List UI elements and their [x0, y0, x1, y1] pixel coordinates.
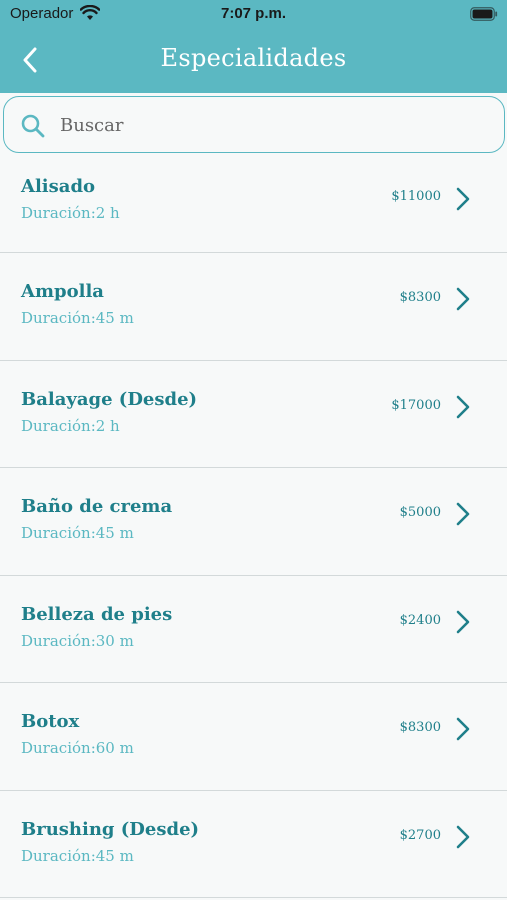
search-icon [21, 114, 45, 138]
service-duration: Duración:60 m [21, 739, 134, 757]
service-duration: Duración:30 m [21, 631, 134, 650]
service-price: $17000 [391, 397, 441, 413]
services-list: Alisado Duración:2 h $11000 Ampolla Dura… [0, 160, 507, 898]
service-name: Ampolla [21, 281, 104, 302]
status-bar: Operador 7:07 p.m. [0, 0, 507, 28]
service-price: $11000 [391, 189, 441, 204]
chevron-right-icon [456, 825, 470, 848]
list-item[interactable]: Brushing (Desde) Duración:45 m $2700 [0, 791, 507, 898]
service-name: Belleza de pies [21, 603, 173, 625]
search-bar[interactable] [3, 96, 505, 153]
service-duration: Duración:2 h [21, 416, 120, 435]
chevron-right-icon [456, 717, 470, 741]
service-price: $2400 [399, 612, 441, 628]
status-time: 7:07 p.m. [220, 5, 287, 22]
search-input[interactable] [60, 111, 480, 139]
chevron-right-icon [456, 610, 470, 633]
list-item[interactable]: Botox Duración:60 m $8300 [0, 683, 507, 791]
list-item[interactable]: Ampolla Duración:45 m $8300 [0, 253, 507, 361]
service-name: Brushing (Desde) [21, 818, 200, 840]
chevron-right-icon [456, 187, 470, 211]
service-name: Botox [21, 711, 80, 732]
chevron-right-icon [456, 502, 470, 526]
service-price: $8300 [399, 720, 441, 735]
list-item[interactable]: Baño de crema Duración:45 m $5000 [0, 468, 507, 576]
list-item[interactable]: Balayage (Desde) Duración:2 h $17000 [0, 361, 507, 468]
battery-icon [470, 7, 498, 21]
service-duration: Duración:45 m [21, 309, 134, 327]
chevron-right-icon [456, 395, 470, 418]
chevron-right-icon [456, 287, 470, 311]
header-bar: Operador 7:07 p.m. Especialidades [0, 0, 507, 93]
service-name: Baño de crema [21, 496, 173, 517]
service-price: $8300 [399, 290, 441, 305]
service-duration: Duración:2 h [21, 204, 120, 222]
service-price: $2700 [399, 827, 441, 843]
service-name: Balayage (Desde) [21, 388, 198, 410]
service-name: Alisado [21, 176, 96, 197]
service-price: $5000 [399, 505, 441, 520]
list-item[interactable]: Alisado Duración:2 h $11000 [0, 160, 507, 253]
service-duration: Duración:45 m [21, 846, 134, 865]
list-item[interactable]: Belleza de pies Duración:30 m $2400 [0, 576, 507, 683]
service-duration: Duración:45 m [21, 524, 134, 542]
page-title: Especialidades [160, 44, 347, 72]
